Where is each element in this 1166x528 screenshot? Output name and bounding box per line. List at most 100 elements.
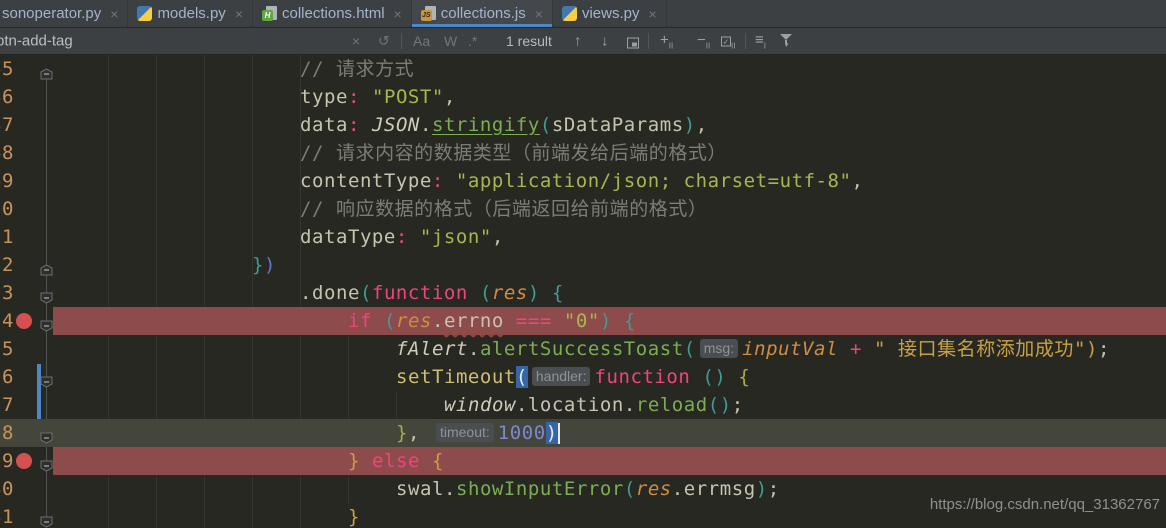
code-text[interactable]: // 请求内容的数据类型（前端发给后端的格式） bbox=[53, 139, 1166, 167]
gutter[interactable]: 81 bbox=[0, 503, 53, 528]
code-token: if bbox=[348, 310, 372, 332]
match-case-toggle[interactable]: Aa bbox=[413, 33, 430, 49]
gutter[interactable]: 77 bbox=[0, 391, 53, 419]
gutter[interactable]: 71 bbox=[0, 223, 53, 251]
code-token: res bbox=[492, 282, 528, 304]
code-text[interactable]: }) bbox=[53, 251, 1166, 279]
code-token: swal bbox=[396, 478, 444, 500]
code-token bbox=[444, 170, 456, 192]
breakpoint-icon[interactable] bbox=[16, 453, 32, 469]
code-line[interactable]: 69 contentType: "application/json; charse… bbox=[0, 167, 1166, 195]
code-text[interactable]: }, timeout:1000) bbox=[53, 419, 1166, 447]
line-number: 72 bbox=[0, 251, 14, 279]
code-line[interactable]: 75fAlert.alertSuccessToast(msg:inputVal … bbox=[0, 335, 1166, 363]
next-occurrence-button[interactable]: ↓ bbox=[601, 33, 609, 50]
close-icon[interactable]: × bbox=[535, 7, 543, 21]
gutter[interactable]: 75 bbox=[0, 335, 53, 363]
code-line[interactable]: 66type: "POST", bbox=[0, 83, 1166, 111]
code-text[interactable]: data: JSON.stringify(sDataParams), bbox=[53, 111, 1166, 139]
tab-collections-html[interactable]: H collections.html × bbox=[253, 0, 412, 27]
code-text[interactable]: contentType: "application/json; charset=… bbox=[53, 167, 1166, 195]
regex-toggle[interactable]: .* bbox=[468, 33, 477, 49]
whole-words-toggle[interactable]: W bbox=[444, 33, 457, 49]
code-token: function bbox=[594, 366, 690, 388]
close-icon[interactable]: × bbox=[394, 7, 402, 21]
breakpoint-icon[interactable] bbox=[16, 313, 32, 329]
close-icon[interactable]: × bbox=[649, 7, 657, 21]
code-text[interactable]: dataType: "json", bbox=[53, 223, 1166, 251]
toggle-selection-icon[interactable]: ✓II bbox=[721, 32, 735, 51]
code-token: ; bbox=[1098, 338, 1110, 360]
fold-marker-icon[interactable] bbox=[40, 259, 53, 271]
gutter[interactable]: 76 bbox=[0, 363, 53, 391]
fold-marker-icon[interactable] bbox=[40, 287, 53, 299]
js-file-icon: JS bbox=[421, 6, 436, 21]
code-token bbox=[838, 338, 850, 360]
search-input[interactable]: btn-add-tag bbox=[0, 33, 73, 50]
tab-views-py[interactable]: views.py × bbox=[553, 0, 667, 27]
fold-marker-icon[interactable] bbox=[40, 427, 53, 439]
filter-lines-icon[interactable]: ≡I bbox=[755, 32, 766, 51]
gutter[interactable]: 79 bbox=[0, 447, 53, 475]
code-token: stringify bbox=[432, 114, 540, 136]
gutter[interactable]: 68 bbox=[0, 139, 53, 167]
editor[interactable]: 65// 请求方式66type: "POST",67data: JSON.str… bbox=[0, 55, 1166, 528]
code-line[interactable]: 74if (res.errno === "0") { bbox=[0, 307, 1166, 335]
code-token: { bbox=[624, 310, 636, 332]
close-search-icon[interactable]: × bbox=[352, 33, 360, 49]
gutter[interactable]: 72 bbox=[0, 251, 53, 279]
code-line[interactable]: 78}, timeout:1000) bbox=[0, 419, 1166, 447]
gutter[interactable]: 65 bbox=[0, 55, 53, 83]
code-token: reload bbox=[636, 394, 708, 416]
code-line[interactable]: 68// 请求内容的数据类型（前端发给后端的格式） bbox=[0, 139, 1166, 167]
code-line[interactable]: 71dataType: "json", bbox=[0, 223, 1166, 251]
gutter[interactable]: 80 bbox=[0, 475, 53, 503]
search-filter-icon[interactable]: ▾ bbox=[779, 34, 793, 48]
fold-marker-icon[interactable] bbox=[40, 455, 53, 467]
gutter[interactable]: 69 bbox=[0, 167, 53, 195]
gutter[interactable]: 74 bbox=[0, 307, 53, 335]
gutter[interactable]: 78 bbox=[0, 419, 53, 447]
fold-marker-icon[interactable] bbox=[40, 511, 53, 523]
code-text[interactable]: fAlert.alertSuccessToast(msg:inputVal + … bbox=[53, 335, 1166, 363]
tab-sonoperator-py[interactable]: sonoperator.py × bbox=[0, 0, 128, 27]
code-line[interactable]: 73.done(function (res) { bbox=[0, 279, 1166, 307]
add-selection-icon[interactable]: +II bbox=[660, 32, 673, 51]
code-text[interactable]: type: "POST", bbox=[53, 83, 1166, 111]
code-line[interactable]: 67data: JSON.stringify(sDataParams), bbox=[0, 111, 1166, 139]
line-number: 69 bbox=[0, 167, 14, 195]
fold-marker-icon[interactable] bbox=[40, 371, 53, 383]
code-line[interactable]: 76setTimeout(handler:function () { bbox=[0, 363, 1166, 391]
gutter[interactable]: 67 bbox=[0, 111, 53, 139]
code-token bbox=[862, 338, 874, 360]
gutter[interactable]: 70 bbox=[0, 195, 53, 223]
code-token: ) bbox=[684, 114, 696, 136]
remove-selection-icon[interactable]: −II bbox=[697, 32, 710, 51]
fold-marker-icon[interactable] bbox=[40, 315, 53, 327]
code-text[interactable]: setTimeout(handler:function () { bbox=[53, 363, 1166, 391]
code-line[interactable]: 70// 响应数据的格式（后端返回给前端的格式） bbox=[0, 195, 1166, 223]
fold-marker-icon[interactable] bbox=[40, 63, 53, 75]
code-text[interactable]: // 请求方式 bbox=[53, 55, 1166, 83]
close-icon[interactable]: × bbox=[235, 7, 243, 21]
code-line[interactable]: 79} else { bbox=[0, 447, 1166, 475]
previous-occurrence-button[interactable]: ↑ bbox=[574, 33, 582, 50]
code-text[interactable]: .done(function (res) { bbox=[53, 279, 1166, 307]
code-token: { bbox=[432, 450, 444, 472]
code-line[interactable]: 72}) bbox=[0, 251, 1166, 279]
code-line[interactable]: 65// 请求方式 bbox=[0, 55, 1166, 83]
select-all-occurrences-icon[interactable] bbox=[627, 38, 639, 49]
tab-collections-js[interactable]: JS collections.js × bbox=[412, 0, 553, 27]
search-history-icon[interactable]: ↺ bbox=[378, 33, 390, 50]
gutter[interactable]: 73 bbox=[0, 279, 53, 307]
code-line[interactable]: 77window.location.reload(); bbox=[0, 391, 1166, 419]
code-token: + bbox=[850, 338, 862, 360]
code-text[interactable]: if (res.errno === "0") { bbox=[53, 307, 1166, 335]
gutter[interactable]: 66 bbox=[0, 83, 53, 111]
separator bbox=[648, 33, 649, 49]
code-text[interactable]: window.location.reload(); bbox=[53, 391, 1166, 419]
code-text[interactable]: // 响应数据的格式（后端返回给前端的格式） bbox=[53, 195, 1166, 223]
close-icon[interactable]: × bbox=[110, 7, 118, 21]
code-text[interactable]: } else { bbox=[53, 447, 1166, 475]
tab-models-py[interactable]: models.py × bbox=[128, 0, 253, 27]
